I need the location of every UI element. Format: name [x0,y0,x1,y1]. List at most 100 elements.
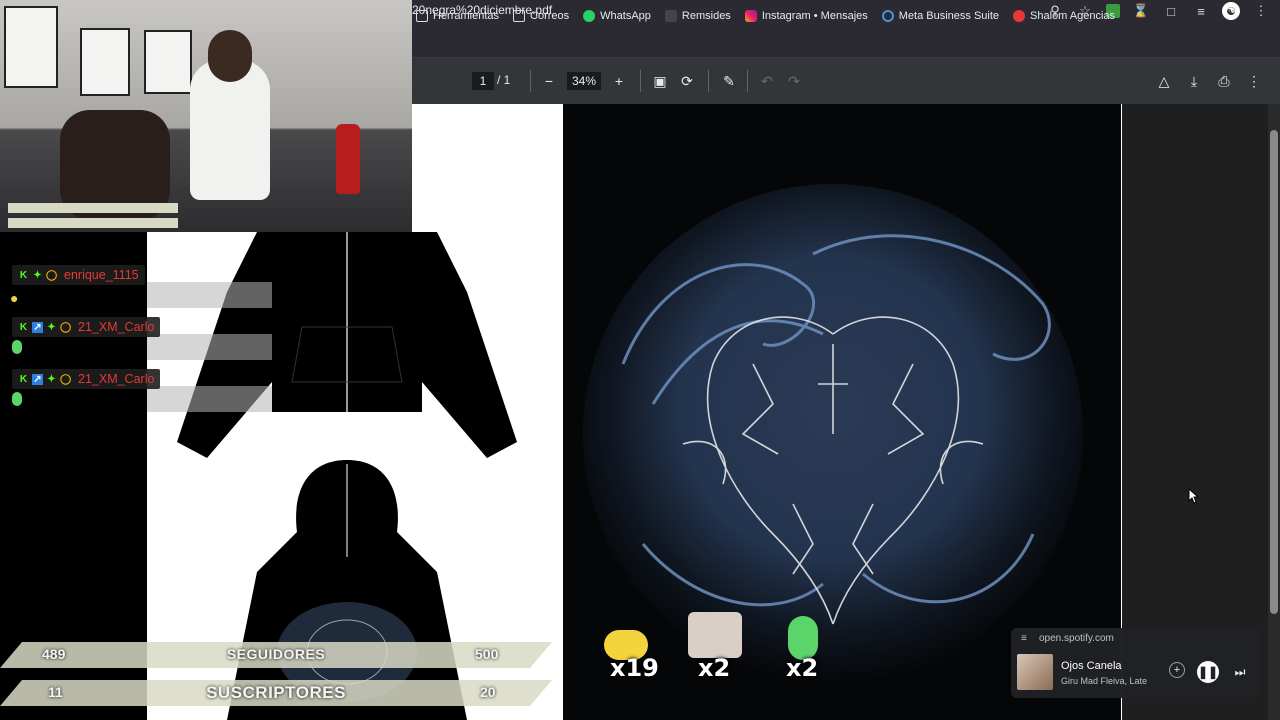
media-origin: open.spotify.com [1039,633,1114,644]
gem-badge-icon: ✦ [33,269,42,281]
emote-count: x19 [610,654,659,682]
wall-poster [4,6,58,88]
extension-hourglass-icon[interactable]: ⌛ [1132,2,1150,20]
next-track-icon[interactable]: ⏭ [1229,661,1251,683]
bee-emote-counter: x19 [596,612,666,682]
scrollbar-thumb[interactable] [1270,130,1278,614]
media-queue-icon[interactable]: ≡ [1192,2,1210,20]
undo-icon[interactable]: ↶ [757,71,777,91]
pause-icon[interactable]: ❚❚ [1197,661,1219,683]
zoom-level-input[interactable]: 34% [567,72,601,90]
download-icon[interactable]: ⤓ [1184,71,1204,91]
wall-poster [80,28,130,96]
cola-bottle [336,124,360,194]
folder-icon [416,10,428,22]
track-title: Ojos Canela [1061,660,1122,672]
followers-goal: 500 [475,646,499,662]
chat-message: K ↗ ✦ ◯ 21_XM_Carlo [12,317,161,337]
emote-count: x2 [786,654,819,682]
page-total: / 1 [497,73,511,87]
bookmark-remsides[interactable]: Remsides [664,10,731,22]
save-to-drive-icon[interactable]: △ [1154,71,1174,91]
coin-badge-icon: ◯ [46,269,58,281]
followers-goal-bar: 489 SEGUIDORES 500 [0,642,552,668]
kick-badge-icon: K [19,373,28,385]
media-notification[interactable]: ≡ open.spotify.com Ojos Canela Giru Mad … [1011,628,1259,698]
album-art [1017,654,1053,690]
bookmark-label: Correos [530,10,570,22]
page-number-input[interactable]: 1 [472,72,494,90]
shalom-icon [1013,10,1026,22]
chat-message: K ↗ ✦ ◯ 21_XM_Carlo [12,369,161,389]
bookmark-meta-business[interactable]: Meta Business Suite [881,10,1000,22]
chat-highlight-band [147,282,272,308]
chat-username[interactable]: 21_XM_Carlo [78,320,154,334]
toolbar-divider [530,70,531,92]
mini-stat-bar [8,218,178,228]
subscribers-goal-bar: 11 SUSCRIPTORES 20 [0,680,552,706]
bookmark-label: Herramientas [433,10,500,22]
bookmarks-list: Herramientas Correos WhatsApp Remsides I… [416,10,1115,22]
gem-badge-icon: ✦ [47,373,56,385]
chat-highlight-band [147,334,272,360]
bookmark-label: Remsides [681,10,731,22]
kick-badge-icon: K [19,321,28,333]
remsides-icon [664,10,677,22]
mini-stat-bar [8,203,178,213]
green-drop-emote-icon [12,340,22,354]
bookmark-whatsapp[interactable]: WhatsApp [583,10,651,22]
add-to-library-icon[interactable]: + [1169,662,1185,678]
chat-username[interactable]: enrique_1115 [64,268,139,282]
green-drop-emote-icon [12,392,22,406]
bookmark-correos[interactable]: Correos [513,10,569,22]
whatsapp-icon [583,10,596,22]
chat-message: K ✦ ◯ enrique_1115 [12,265,145,285]
rotate-icon[interactable]: ⟳ [677,71,697,91]
streamer-head [208,30,252,82]
track-artists: Giru Mad Fleiva, Late [1061,676,1147,686]
wall-poster [144,30,192,94]
subscribers-label: SUSCRIPTORES [206,683,346,702]
subscribers-goal: 20 [480,684,496,700]
webcam-overlay [0,0,412,232]
media-settings-icon[interactable]: ≡ [1021,633,1027,644]
subscriber-badge-icon: ↗ [32,321,43,333]
bookmark-label: Meta Business Suite [898,10,1000,22]
zoom-out-icon[interactable]: − [539,71,559,91]
kick-badge-icon: K [19,269,28,281]
mouse-cursor-icon [1188,488,1200,504]
bookmark-label: Instagram • Mensajes [761,10,868,22]
bookmark-label: Shalom Agencias [1030,10,1116,22]
extensions-puzzle-icon[interactable]: □ [1162,2,1180,20]
more-options-icon[interactable]: ⋮ [1244,71,1264,91]
subscriber-badge-icon: ↗ [32,373,43,385]
toolbar-divider [708,70,709,92]
hamster-emote-icon [688,612,742,658]
bookmark-instagram[interactable]: Instagram • Mensajes [744,10,868,22]
bookmark-herramientas[interactable]: Herramientas [416,10,499,22]
instagram-icon [744,10,757,22]
hamster-emote-counter: x2 [684,612,754,682]
gem-badge-icon: ✦ [47,321,56,333]
coin-badge-icon: ◯ [60,321,72,333]
print-icon[interactable]: ⎙ [1214,71,1234,91]
annotate-pen-icon[interactable]: ✎ [719,71,739,91]
fit-page-icon[interactable]: ▣ [650,71,670,91]
green-drop-emote-counter: x2 [772,612,842,682]
chat-username[interactable]: 21_XM_Carlo [78,372,154,386]
folder-icon [513,10,526,22]
menu-kebab-icon[interactable]: ⋮ [1252,2,1270,20]
bee-emote-icon: ● [10,290,19,306]
toolbar-divider [640,70,641,92]
bookmark-label: WhatsApp [600,10,651,22]
toolbar-divider [747,70,748,92]
redo-icon[interactable]: ↷ [784,71,804,91]
meta-icon [881,10,894,22]
profile-avatar-icon[interactable]: ☯ [1222,2,1240,20]
coin-badge-icon: ◯ [60,373,72,385]
bookmark-shalom[interactable]: Shalom Agencias [1013,10,1115,22]
emote-count: x2 [698,654,731,682]
followers-label: SEGUIDORES [226,646,326,662]
zoom-in-icon[interactable]: + [609,71,629,91]
chat-highlight-band [147,386,272,412]
